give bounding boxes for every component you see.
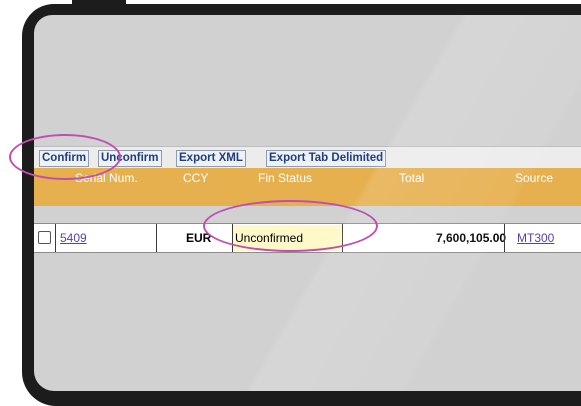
- row-select-checkbox[interactable]: [38, 231, 51, 244]
- column-divider: [504, 224, 505, 252]
- column-divider: [156, 224, 157, 252]
- column-header-total[interactable]: Total: [399, 171, 424, 185]
- export-tab-delimited-button[interactable]: Export Tab Delimited: [266, 150, 387, 167]
- column-header-serial[interactable]: Serial Num.: [75, 171, 138, 185]
- app-screen: Confirm Unconfirm Export XML Export Tab …: [34, 15, 581, 391]
- table-row: 5409 EUR Unconfirmed 7,600,105.00 MT300: [34, 223, 581, 253]
- serial-number-link[interactable]: 5409: [60, 231, 87, 245]
- confirm-button[interactable]: Confirm: [39, 150, 90, 167]
- column-header-ccy[interactable]: CCY: [183, 171, 208, 185]
- source-link[interactable]: MT300: [517, 231, 554, 245]
- total-cell: 7,600,105.00: [436, 231, 507, 245]
- export-xml-button[interactable]: Export XML: [176, 150, 246, 167]
- column-header-fin-status[interactable]: Fin Status: [258, 171, 312, 185]
- column-divider: [342, 224, 343, 252]
- column-divider: [55, 224, 56, 252]
- currency-cell: EUR: [186, 231, 212, 245]
- action-toolbar: Confirm Unconfirm Export XML Export Tab …: [34, 146, 581, 169]
- unconfirm-button[interactable]: Unconfirm: [98, 150, 162, 167]
- table-header: Serial Num. CCY Fin Status Total Source: [34, 168, 581, 206]
- fin-status-cell[interactable]: Unconfirmed: [235, 231, 303, 245]
- column-header-source[interactable]: Source: [515, 171, 553, 185]
